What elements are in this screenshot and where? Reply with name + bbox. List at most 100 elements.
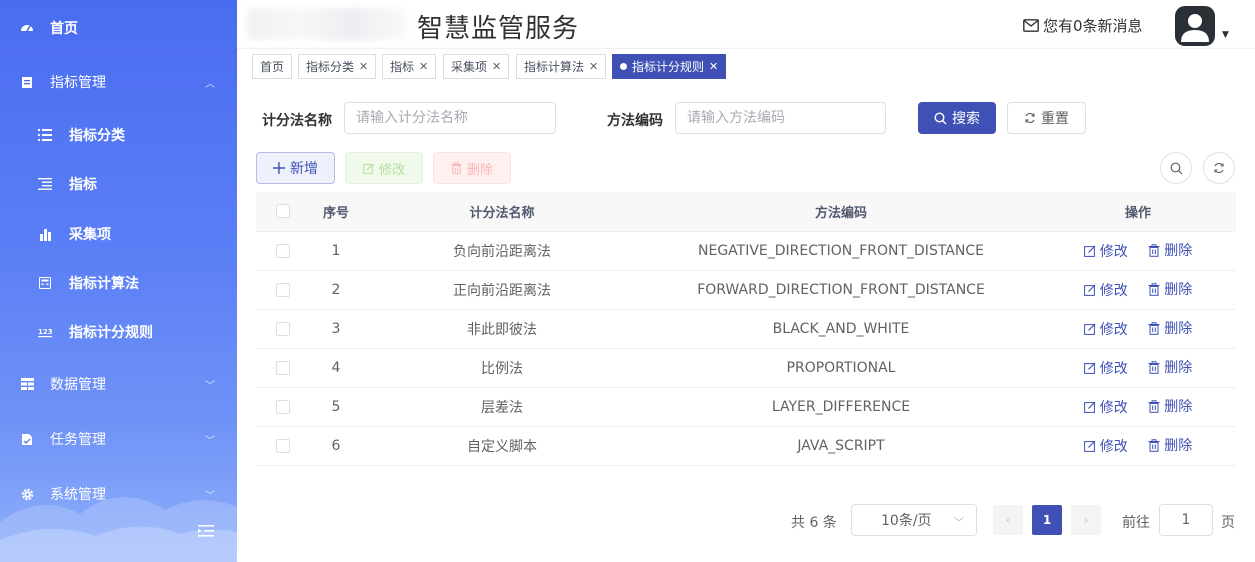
edit-icon <box>1083 362 1096 374</box>
avatar[interactable] <box>1175 6 1215 46</box>
row-select-cell[interactable] <box>256 426 310 466</box>
tab-calculation[interactable]: 指标计算法 ✕ <box>516 54 607 79</box>
row-checkbox[interactable] <box>276 243 290 258</box>
tab-label: 采集项 <box>451 60 488 74</box>
row-delete-label: 删除 <box>1164 399 1193 416</box>
row-code: PROPORTIONAL <box>642 348 1040 388</box>
row-number: 5 <box>310 387 362 427</box>
select-all-cell[interactable] <box>256 192 310 232</box>
goto-page-input[interactable] <box>1159 504 1213 536</box>
collapse-menu-icon[interactable] <box>198 524 214 538</box>
table-body: 1 负向前沿距离法 NEGATIVE_DIRECTION_FRONT_DISTA… <box>256 231 1236 466</box>
sidebar-item-indicator[interactable]: 指标 <box>0 162 237 206</box>
delete-button[interactable]: 删除 <box>433 152 511 184</box>
row-delete-button[interactable]: 删除 <box>1148 396 1192 416</box>
row-delete-button[interactable]: 删除 <box>1148 318 1192 338</box>
tab-label: 指标 <box>390 60 415 74</box>
sidebar-item-label: 数据管理 <box>50 377 106 393</box>
sidebar-item-label: 任务管理 <box>50 432 106 448</box>
name-filter-input[interactable] <box>344 102 556 134</box>
message-notice[interactable]: 您有0条新消息 <box>1023 15 1143 36</box>
search-icon <box>1170 162 1182 174</box>
edit-button[interactable]: 修改 <box>345 152 423 184</box>
row-edit-button[interactable]: 修改 <box>1083 319 1128 339</box>
row-delete-button[interactable]: 删除 <box>1148 240 1192 260</box>
row-code: FORWARD_DIRECTION_FRONT_DISTANCE <box>642 270 1040 310</box>
row-name: 负向前沿距离法 <box>362 231 642 271</box>
indent-list-icon <box>38 177 52 191</box>
close-icon[interactable]: ✕ <box>589 60 598 73</box>
sidebar-item-calculation[interactable]: 指标计算法 <box>0 261 237 305</box>
row-delete-button[interactable]: 删除 <box>1148 279 1192 299</box>
row-select-cell[interactable] <box>256 270 310 310</box>
refresh-icon <box>1214 163 1224 173</box>
close-icon[interactable]: ✕ <box>359 60 368 73</box>
active-dot <box>620 63 627 70</box>
search-button[interactable]: 搜索 <box>918 102 996 134</box>
row-checkbox[interactable] <box>276 321 290 336</box>
column-header: 序号 <box>310 192 362 232</box>
tab-scoring-rule[interactable]: 指标计分规则 ✕ <box>612 54 727 79</box>
toggle-search-button[interactable] <box>1160 152 1192 184</box>
sidebar-item-collection[interactable]: 采集项 <box>0 212 237 256</box>
row-number: 1 <box>310 231 362 271</box>
row-name: 层差法 <box>362 387 642 427</box>
next-page-button[interactable]: › <box>1071 505 1101 535</box>
sidebar-item-data-management[interactable]: 数据管理 ﹀ <box>0 362 237 406</box>
task-icon <box>20 432 34 446</box>
row-checkbox[interactable] <box>276 282 290 297</box>
code-filter-input[interactable] <box>675 102 886 134</box>
sidebar-item-system-management[interactable]: 系统管理 ﹀ <box>0 472 237 516</box>
table-header-row: 序号 计分法名称 方法编码 操作 <box>256 192 1236 232</box>
refresh-button[interactable] <box>1203 152 1235 184</box>
row-delete-button[interactable]: 删除 <box>1148 357 1192 377</box>
scoring-rule-table: 序号 计分法名称 方法编码 操作 1 负向前沿距离法 NEGATIVE_DIRE… <box>256 192 1236 466</box>
row-checkbox[interactable] <box>276 360 290 375</box>
sidebar-item-home[interactable]: 首页 <box>0 6 237 50</box>
sidebar-item-indicator-category[interactable]: 指标分类 <box>0 113 237 157</box>
row-edit-button[interactable]: 修改 <box>1083 241 1128 261</box>
row-edit-button[interactable]: 修改 <box>1083 397 1128 417</box>
tab-label: 指标计算法 <box>524 60 585 74</box>
trash-icon <box>1148 322 1160 335</box>
row-select-cell[interactable] <box>256 387 310 427</box>
reset-button[interactable]: 重置 <box>1007 102 1086 134</box>
caret-down-icon[interactable]: ▼ <box>1222 30 1229 40</box>
tab-indicator[interactable]: 指标 ✕ <box>382 54 437 79</box>
row-checkbox[interactable] <box>276 438 290 453</box>
row-select-cell[interactable] <box>256 231 310 271</box>
row-select-cell[interactable] <box>256 309 310 349</box>
chevron-right-icon: › <box>1083 513 1089 527</box>
row-edit-button[interactable]: 修改 <box>1083 280 1128 300</box>
select-all-checkbox[interactable] <box>276 204 290 219</box>
row-checkbox[interactable] <box>276 399 290 414</box>
row-edit-button[interactable]: 修改 <box>1083 436 1128 456</box>
tab-indicator-category[interactable]: 指标分类 ✕ <box>298 54 377 79</box>
row-delete-button[interactable]: 删除 <box>1148 435 1192 455</box>
row-edit-button[interactable]: 修改 <box>1083 358 1128 378</box>
prev-page-button[interactable]: ‹ <box>993 505 1023 535</box>
close-icon[interactable]: ✕ <box>709 60 718 73</box>
row-number: 6 <box>310 426 362 466</box>
close-icon[interactable]: ✕ <box>419 60 428 73</box>
row-actions: 修改 删除 <box>1040 309 1236 349</box>
sidebar-item-label: 采集项 <box>69 227 111 243</box>
dashboard-icon <box>20 21 34 35</box>
row-actions: 修改 删除 <box>1040 231 1236 271</box>
sidebar-item-task-management[interactable]: 任务管理 ﹀ <box>0 417 237 461</box>
page-number-button[interactable]: 1 <box>1032 505 1062 535</box>
tab-home[interactable]: 首页 <box>252 54 293 79</box>
page-size-select[interactable]: 10条/页 ﹀ <box>851 504 977 536</box>
add-button[interactable]: 新增 <box>256 152 335 184</box>
svg-text:123: 123 <box>38 328 52 336</box>
sidebar-item-indicator-management[interactable]: 指标管理 ︿ <box>0 60 237 104</box>
row-number: 2 <box>310 270 362 310</box>
close-icon[interactable]: ✕ <box>492 60 501 73</box>
edit-button-label: 修改 <box>378 162 405 178</box>
row-select-cell[interactable] <box>256 348 310 388</box>
table-row: 2 正向前沿距离法 FORWARD_DIRECTION_FRONT_DISTAN… <box>256 270 1236 310</box>
sidebar-item-scoring-rule[interactable]: 123 指标计分规则 <box>0 310 237 354</box>
row-number: 4 <box>310 348 362 388</box>
tab-collection[interactable]: 采集项 ✕ <box>443 54 510 79</box>
row-actions: 修改 删除 <box>1040 387 1236 427</box>
